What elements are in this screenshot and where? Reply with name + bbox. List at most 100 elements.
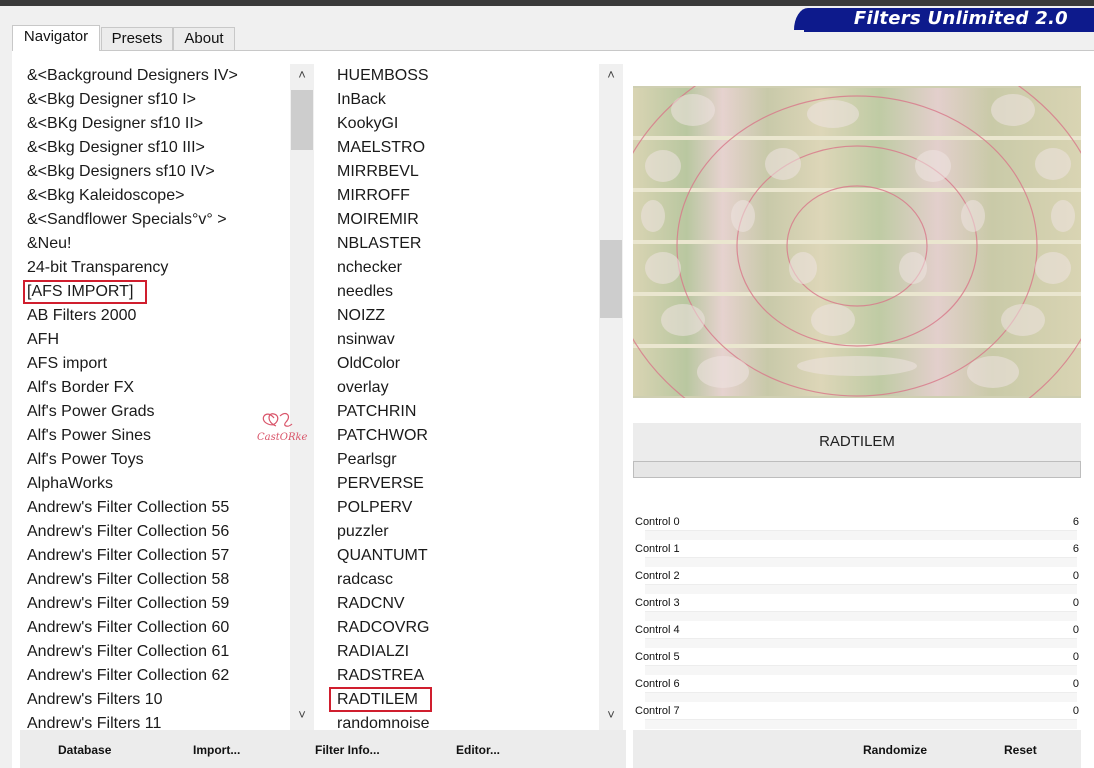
category-list-item[interactable]: &<Bkg Kaleidoscope>	[27, 184, 184, 208]
filter-list-item[interactable]: RADCNV	[337, 592, 405, 616]
control-slider-row: Control 5 0	[633, 650, 1081, 677]
control-slider[interactable]	[645, 557, 1077, 567]
category-list-item[interactable]: &Neu!	[27, 232, 71, 256]
category-list-item[interactable]: Andrew's Filter Collection 60	[27, 616, 229, 640]
category-scrollbar[interactable]: ˄ ˅	[290, 64, 314, 730]
tab-navigator[interactable]: Navigator	[12, 25, 100, 51]
category-list-item[interactable]: Andrew's Filter Collection 61	[27, 640, 229, 664]
category-list-item[interactable]: &<BKg Designer sf10 II>	[27, 112, 203, 136]
control-value: 0	[1072, 705, 1079, 717]
category-list-item[interactable]: AFS import	[27, 352, 107, 376]
category-list-item[interactable]: AlphaWorks	[27, 472, 113, 496]
editor-button[interactable]: Editor...	[456, 742, 500, 758]
category-list-item[interactable]: Andrew's Filter Collection 57	[27, 544, 229, 568]
scroll-up-icon[interactable]: ˄	[599, 64, 623, 86]
category-scroll-thumb[interactable]	[291, 90, 313, 150]
category-list-item[interactable]: Andrew's Filter Collection 58	[27, 568, 229, 592]
category-list-item[interactable]: Andrew's Filter Collection 55	[27, 496, 229, 520]
filter-info-button[interactable]: Filter Info...	[315, 742, 380, 758]
filter-list-item[interactable]: puzzler	[337, 520, 389, 544]
filter-list-item[interactable]: nsinwav	[337, 328, 395, 352]
control-slider[interactable]	[645, 611, 1077, 621]
filter-list-item[interactable]: PATCHWOR	[337, 424, 428, 448]
control-slider[interactable]	[645, 584, 1077, 594]
title-underline	[804, 30, 1094, 32]
filter-preview-image	[633, 86, 1081, 398]
filter-scroll-thumb[interactable]	[600, 240, 622, 318]
selected-filter-highlight	[329, 687, 432, 712]
import-button[interactable]: Import...	[193, 742, 240, 758]
filter-list-item[interactable]: randomnoise	[337, 712, 430, 730]
category-list-item[interactable]: Alf's Border FX	[27, 376, 134, 400]
reset-button[interactable]: Reset	[1004, 742, 1037, 758]
app-title: Filters Unlimited 2.0	[853, 8, 1068, 29]
control-label: Control 6	[635, 678, 680, 690]
category-list-item[interactable]: Alf's Power Grads	[27, 400, 155, 424]
filter-list-item[interactable]: radcasc	[337, 568, 393, 592]
filter-list-item[interactable]: PERVERSE	[337, 472, 424, 496]
filter-list-item[interactable]: RADIALZI	[337, 640, 409, 664]
control-slider-row: Control 3 0	[633, 596, 1081, 623]
category-list-item[interactable]: &<Background Designers IV>	[27, 64, 238, 88]
current-filter-name: RADTILEM	[633, 423, 1081, 461]
castorke-watermark: CastORke	[257, 412, 308, 443]
filter-list-item[interactable]: NBLASTER	[337, 232, 421, 256]
filter-list-item[interactable]: MAELSTRO	[337, 136, 425, 160]
filter-list-item[interactable]: OldColor	[337, 352, 400, 376]
filter-progress-bar	[633, 461, 1081, 478]
control-label: Control 7	[635, 705, 680, 717]
database-button[interactable]: Database	[58, 742, 111, 758]
category-list-item[interactable]: &<Sandflower Specials°v° >	[27, 208, 227, 232]
scroll-up-icon[interactable]: ˄	[290, 64, 314, 86]
control-slider[interactable]	[645, 665, 1077, 675]
filter-scrollbar[interactable]: ˄ ˅	[599, 64, 623, 730]
category-list-item[interactable]: 24-bit Transparency	[27, 256, 168, 280]
category-list-item[interactable]: Andrew's Filters 11	[27, 712, 161, 730]
filter-list-item[interactable]: PATCHRIN	[337, 400, 416, 424]
control-slider[interactable]	[645, 719, 1077, 729]
control-label: Control 1	[635, 543, 680, 555]
tab-about[interactable]: About	[173, 27, 235, 50]
filter-list-item[interactable]: RADSTREA	[337, 664, 424, 688]
window-top-border	[0, 0, 1094, 6]
category-list-item[interactable]: Andrew's Filter Collection 62	[27, 664, 229, 688]
category-list[interactable]: &<Background Designers IV> &<Bkg Designer…	[20, 64, 290, 730]
filter-list-item[interactable]: nchecker	[337, 256, 402, 280]
category-list-item[interactable]: AB Filters 2000	[27, 304, 136, 328]
category-list-item[interactable]: &<Bkg Designer sf10 III>	[27, 136, 205, 160]
category-list-item[interactable]: Andrew's Filter Collection 59	[27, 592, 229, 616]
scroll-down-icon[interactable]: ˅	[290, 704, 314, 726]
randomize-button[interactable]: Randomize	[863, 742, 927, 758]
category-list-item[interactable]: Andrew's Filters 10	[27, 688, 163, 712]
filter-list-item[interactable]: HUEMBOSS	[337, 64, 429, 88]
control-label: Control 0	[635, 516, 680, 528]
filter-list-item[interactable]: RADCOVRG	[337, 616, 429, 640]
filter-list-item[interactable]: NOIZZ	[337, 304, 385, 328]
filter-list-item[interactable]: InBack	[337, 88, 386, 112]
preview-radial-pattern	[633, 86, 1081, 398]
category-list-item[interactable]: Alf's Power Toys	[27, 448, 144, 472]
control-slider-row: Control 4 0	[633, 623, 1081, 650]
scroll-down-icon[interactable]: ˅	[599, 704, 623, 726]
category-list-item[interactable]: &<Bkg Designer sf10 I>	[27, 88, 196, 112]
filter-list-item[interactable]: MIRROFF	[337, 184, 410, 208]
control-slider[interactable]	[645, 638, 1077, 648]
control-slider[interactable]	[645, 692, 1077, 702]
filter-list-item[interactable]: QUANTUMT	[337, 544, 428, 568]
category-list-item[interactable]: AFH	[27, 328, 59, 352]
filter-list-item[interactable]: KookyGI	[337, 112, 398, 136]
filter-list[interactable]: HUEMBOSS InBack KookyGI MAELSTRO MIRRBEVL MIR…	[330, 64, 600, 730]
control-label: Control 5	[635, 651, 680, 663]
category-list-item[interactable]: Alf's Power Sines	[27, 424, 151, 448]
filter-list-item[interactable]: POLPERV	[337, 496, 412, 520]
filter-list-item[interactable]: MOIREMIR	[337, 208, 419, 232]
filter-list-item[interactable]: Pearlsgr	[337, 448, 397, 472]
tab-presets[interactable]: Presets	[101, 27, 173, 50]
category-list-item[interactable]: Andrew's Filter Collection 56	[27, 520, 229, 544]
filter-list-item[interactable]: MIRRBEVL	[337, 160, 419, 184]
category-list-item[interactable]: &<Bkg Designers sf10 IV>	[27, 160, 215, 184]
filter-list-item[interactable]: overlay	[337, 376, 389, 400]
control-slider[interactable]	[645, 530, 1077, 540]
watermark-text: CastORke	[257, 432, 308, 443]
filter-list-item[interactable]: needles	[337, 280, 393, 304]
